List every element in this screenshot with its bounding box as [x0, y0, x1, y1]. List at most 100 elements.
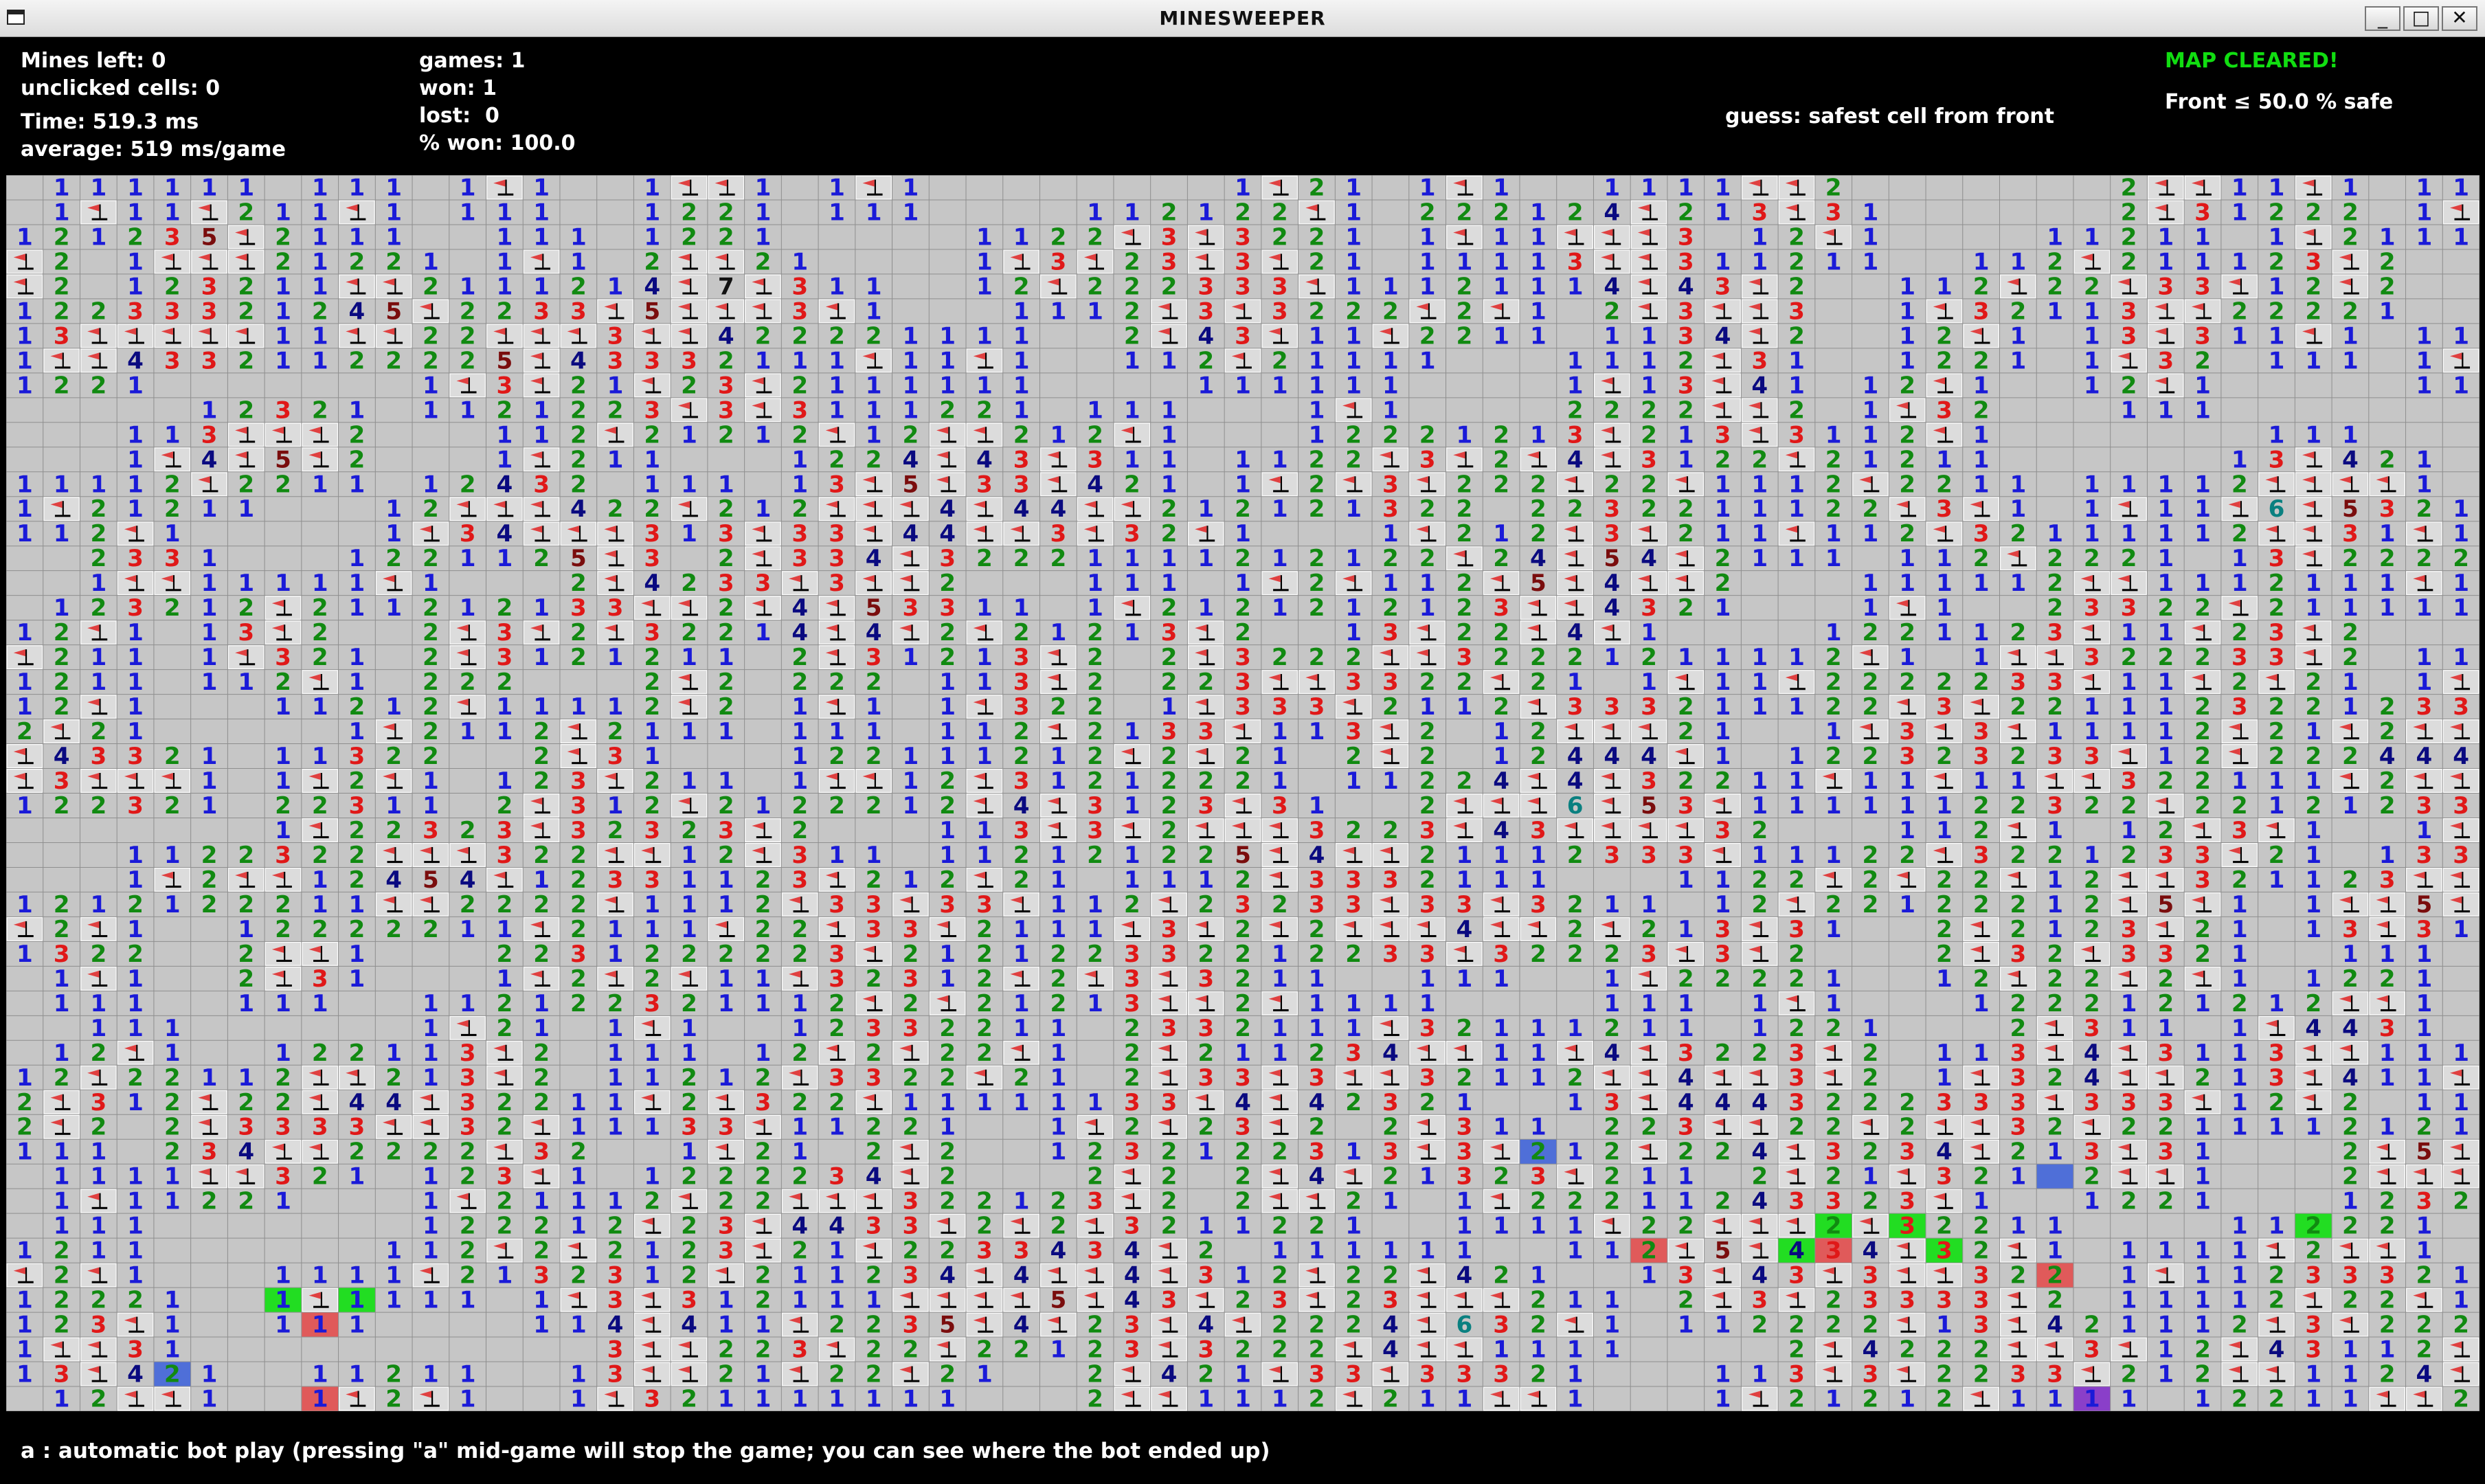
cell-number[interactable]: 1 [127, 668, 144, 696]
cell-number[interactable]: 1 [1825, 842, 1842, 869]
cell-number[interactable]: 1 [1197, 199, 1214, 226]
cell-number[interactable]: 1 [1345, 594, 1362, 622]
cell-number[interactable]: 3 [2084, 1015, 2100, 1042]
cell-number[interactable]: 3 [2084, 743, 2100, 770]
cell-number[interactable]: 1 [903, 322, 919, 350]
cell-number[interactable]: 3 [644, 347, 660, 374]
cell-number[interactable]: 3 [1382, 471, 1399, 498]
cell-number[interactable]: 3 [1382, 668, 1399, 696]
cell-number[interactable]: 1 [829, 273, 845, 300]
cell-number[interactable]: 2 [423, 322, 439, 350]
cell-number[interactable]: 2 [2157, 594, 2174, 622]
cell-number[interactable]: 2 [1087, 644, 1103, 671]
cell-number[interactable]: 2 [1530, 1188, 1547, 1215]
cell-number[interactable]: 2 [829, 1089, 845, 1116]
cell-number[interactable]: 2 [2231, 668, 2248, 696]
flag-cell[interactable] [1815, 225, 1852, 249]
cell-number[interactable]: 2 [2194, 767, 2211, 795]
cell-number[interactable]: 2 [275, 471, 291, 498]
flag-cell[interactable] [1741, 917, 1778, 942]
flag-cell[interactable] [2442, 719, 2480, 744]
cell-number[interactable]: 1 [1863, 396, 1879, 424]
cell-number[interactable]: 2 [2084, 545, 2100, 572]
cell-number[interactable]: 1 [1604, 891, 1620, 919]
cell-number[interactable]: 1 [976, 817, 993, 844]
cell-number[interactable]: 1 [1788, 471, 1805, 498]
cell-number[interactable]: 2 [1382, 1386, 1399, 1411]
cell-number[interactable]: 2 [1973, 1237, 1990, 1265]
cell-number[interactable]: 2 [607, 495, 624, 523]
cell-number[interactable]: 1 [1825, 792, 1842, 820]
flag-cell[interactable] [2147, 299, 2184, 324]
cell-number[interactable]: 1 [2269, 767, 2285, 795]
cell-number[interactable]: 1 [2194, 1287, 2211, 1314]
cell-number[interactable]: 1 [1530, 322, 1547, 350]
cell-number[interactable]: 2 [1973, 1336, 1990, 1364]
flag-cell[interactable] [1630, 299, 1667, 324]
cell-number[interactable]: 1 [1382, 396, 1399, 424]
cell-number[interactable]: 3 [496, 817, 513, 844]
cell-number[interactable]: 1 [2157, 223, 2174, 251]
cell-number[interactable]: 2 [1272, 891, 1288, 919]
flag-cell[interactable] [1261, 249, 1298, 274]
cell-number[interactable]: 2 [127, 1064, 144, 1092]
cell-number[interactable]: 2 [1751, 891, 1768, 919]
flag-cell[interactable] [1409, 1114, 1446, 1139]
flag-cell[interactable] [1667, 818, 1705, 843]
cell-number[interactable]: 2 [755, 916, 772, 943]
flag-cell[interactable] [302, 1288, 339, 1312]
cell-number[interactable]: 2 [423, 545, 439, 572]
cell-number[interactable]: 1 [1050, 866, 1066, 894]
cell-number[interactable]: 2 [1197, 1361, 1214, 1389]
cell-number[interactable]: 3 [201, 273, 218, 300]
cell-number[interactable]: 2 [1641, 396, 1657, 424]
cell-number[interactable]: 2 [2084, 792, 2100, 820]
cell-number[interactable]: 1 [1825, 916, 1842, 943]
cell-number[interactable]: 2 [2342, 1089, 2359, 1116]
cell-number[interactable]: 1 [1751, 644, 1768, 671]
flag-cell[interactable] [1077, 966, 1114, 991]
cell-number[interactable]: 1 [1973, 990, 1990, 1018]
flag-cell[interactable] [1335, 1337, 1372, 1362]
cell-number[interactable]: 1 [2231, 767, 2248, 795]
cell-number[interactable]: 3 [866, 1015, 882, 1042]
flag-cell[interactable] [80, 200, 117, 225]
cell-number[interactable]: 1 [2194, 1237, 2211, 1265]
cell-number[interactable]: 1 [2305, 916, 2321, 943]
cell-number[interactable]: 2 [644, 668, 660, 696]
cell-number[interactable]: 2 [2379, 767, 2396, 795]
cell-number[interactable]: 4 [2379, 743, 2396, 770]
cell-number[interactable]: 2 [1936, 1336, 1953, 1364]
flag-cell[interactable] [1999, 867, 2036, 892]
cell-number[interactable]: 1 [2269, 990, 2285, 1018]
cell-number[interactable]: 1 [791, 248, 808, 276]
flag-cell[interactable] [2258, 1238, 2295, 1263]
cell-number[interactable]: 3 [1825, 199, 1842, 226]
flag-cell[interactable] [892, 1288, 930, 1312]
cell-number[interactable]: 2 [2269, 842, 2285, 869]
cell-number[interactable]: 2 [791, 1237, 808, 1265]
flag-cell[interactable] [855, 496, 892, 521]
cell-number[interactable]: 2 [54, 916, 70, 943]
flag-cell[interactable] [633, 595, 671, 620]
cell-number[interactable]: 2 [2379, 273, 2396, 300]
flag-cell[interactable] [1039, 793, 1077, 818]
cell-number[interactable]: 1 [681, 1015, 697, 1042]
cell-number[interactable]: 2 [2379, 248, 2396, 276]
flag-cell[interactable] [708, 1139, 745, 1164]
cell-number[interactable]: 2 [1235, 1138, 1251, 1166]
cell-number[interactable]: 3 [1013, 817, 1030, 844]
cell-number[interactable]: 2 [312, 842, 328, 869]
cell-number[interactable]: 3 [1899, 1213, 1915, 1240]
cell-number[interactable]: 3 [1235, 248, 1251, 276]
cell-number[interactable]: 1 [2305, 817, 2321, 844]
cell-number[interactable]: 2 [644, 644, 660, 671]
cell-number[interactable]: 3 [2453, 842, 2469, 869]
cell-number[interactable]: 1 [1936, 570, 1953, 597]
cell-number[interactable]: 1 [1087, 570, 1103, 597]
flag-cell[interactable] [708, 1090, 745, 1114]
cell-number[interactable]: 1 [460, 396, 476, 424]
cell-number[interactable]: 3 [1788, 1089, 1805, 1116]
cell-number[interactable]: 1 [570, 693, 587, 721]
cell-number[interactable]: 2 [1309, 1336, 1325, 1364]
